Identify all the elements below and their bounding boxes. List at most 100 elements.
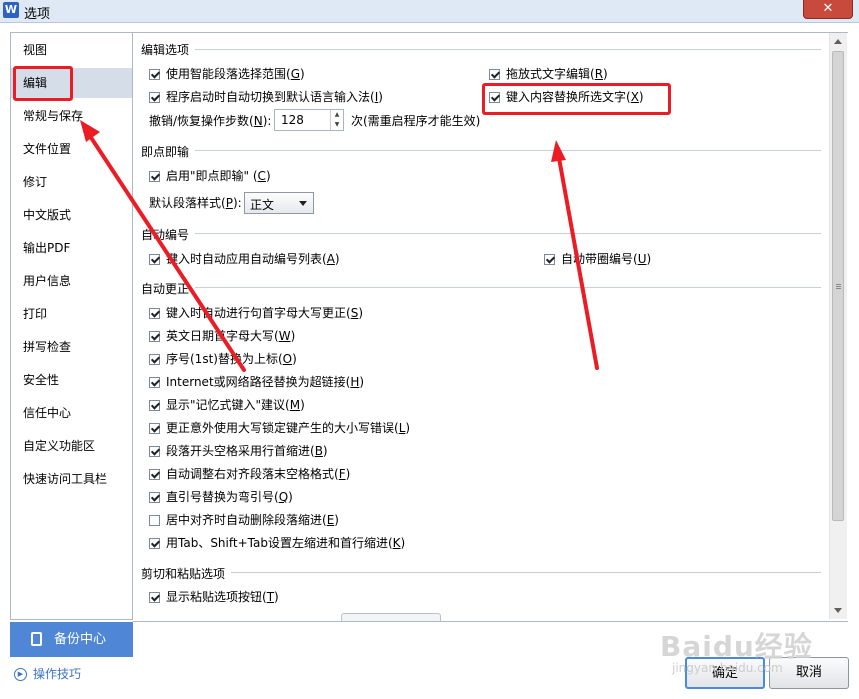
paren: ) xyxy=(290,329,296,343)
section-divider xyxy=(141,150,821,151)
option-label: 直引号替换为弯引号( xyxy=(166,490,279,504)
spinner-arrows-icon[interactable]: ▲ ▼ xyxy=(330,110,343,130)
nav-item-view[interactable]: 视图 xyxy=(11,35,132,65)
partial-button[interactable] xyxy=(341,613,441,621)
dropdown-arrow-icon xyxy=(299,201,307,206)
options-sidebar: 视图 编辑 常规与保存 文件位置 修订 中文版式 输出PDF 用户信息 打印 拼… xyxy=(10,32,133,620)
nav-item-file-location[interactable]: 文件位置 xyxy=(11,134,132,164)
hotkey: F xyxy=(338,467,346,481)
paren: ) xyxy=(603,67,608,81)
options-content-panel: 编辑选项 使用智能段落选择范围(G) 拖放式文字编辑(R) 程序启动时自动切换到… xyxy=(133,32,848,622)
nav-item-print[interactable]: 打印 xyxy=(11,299,132,329)
hotkey: A xyxy=(326,252,335,266)
checkbox[interactable] xyxy=(149,538,160,549)
backup-icon xyxy=(31,632,42,646)
hotkey: N xyxy=(253,114,263,128)
checkbox[interactable] xyxy=(149,400,160,411)
hotkey: K xyxy=(392,536,401,550)
checkbox[interactable] xyxy=(149,469,160,480)
checkbox[interactable] xyxy=(149,354,160,365)
checkbox[interactable] xyxy=(149,446,160,457)
vertical-scrollbar[interactable] xyxy=(829,33,847,619)
checkbox[interactable] xyxy=(149,331,160,342)
section-title-paste: 剪切和粘贴选项 xyxy=(141,565,232,582)
option-autocorrect-7[interactable]: 自动调整右对齐段落末空格格式(F) xyxy=(149,466,350,482)
nav-item-spell-check[interactable]: 拼写检查 xyxy=(11,332,132,362)
hotkey: W xyxy=(278,329,291,343)
paren: ) xyxy=(292,352,297,366)
nav-item-customize-ribbon[interactable]: 自定义功能区 xyxy=(11,431,132,461)
option-autocorrect-0[interactable]: 键入时自动进行句首字母大写更正(S) xyxy=(149,305,363,321)
annotation-box-edit xyxy=(13,66,73,101)
close-button[interactable]: ✕ xyxy=(803,0,853,19)
wps-writer-icon: W xyxy=(3,2,19,18)
paren: ) xyxy=(288,490,293,504)
paren: ) xyxy=(400,536,406,550)
section-divider xyxy=(141,233,821,234)
checkbox[interactable] xyxy=(149,308,160,319)
scroll-down-icon[interactable] xyxy=(834,608,842,613)
nav-item-quick-access-toolbar[interactable]: 快速访问工具栏 xyxy=(11,464,132,494)
undo-steps-value: 128 xyxy=(281,113,304,127)
nav-item-revision[interactable]: 修订 xyxy=(11,167,132,197)
nav-item-user-info[interactable]: 用户信息 xyxy=(11,266,132,296)
window-title: 选项 xyxy=(24,7,51,22)
checkbox[interactable] xyxy=(149,592,160,603)
baidu-watermark: Baidu经验 xyxy=(660,630,813,663)
option-label: Internet或网络路径替换为超链接( xyxy=(166,375,351,389)
scroll-thumb[interactable] xyxy=(832,51,844,521)
operation-tips-link[interactable]: ▶ 操作技巧 xyxy=(14,665,81,682)
option-auto-list[interactable]: 键入时自动应用自动编号列表(A) xyxy=(149,251,340,267)
paren: ) xyxy=(334,252,340,266)
checkbox[interactable] xyxy=(489,69,500,80)
nav-item-chinese-layout[interactable]: 中文版式 xyxy=(11,200,132,230)
checkbox[interactable] xyxy=(149,377,160,388)
nav-item-security[interactable]: 安全性 xyxy=(11,365,132,395)
option-show-paste-button[interactable]: 显示粘贴选项按钮(T) xyxy=(149,589,279,605)
option-autocorrect-2[interactable]: 序号(1st)替换为上标(O) xyxy=(149,351,297,367)
option-circle-number[interactable]: 自动带圈编号(U) xyxy=(544,251,651,267)
checkbox[interactable] xyxy=(149,515,160,526)
paren: ) xyxy=(300,67,305,81)
option-autocorrect-10[interactable]: 用Tab、Shift+Tab设置左缩进和首行缩进(K) xyxy=(149,535,405,551)
undo-label-text: 撤销/恢复操作步数( xyxy=(149,114,254,128)
checkbox[interactable] xyxy=(149,492,160,503)
default-style-select[interactable]: 正文 xyxy=(244,192,314,214)
undo-steps-spinner[interactable]: 128 ▲ ▼ xyxy=(274,109,344,131)
option-autocorrect-4[interactable]: 显示"记忆式键入"建议(M) xyxy=(149,397,305,413)
option-autocorrect-9[interactable]: 居中对齐时自动删除段落缩进(E) xyxy=(149,512,339,528)
baidu-watermark-url: jingyan.baidu.com xyxy=(672,661,783,675)
annotation-box-replace xyxy=(482,83,671,115)
title-bar: W 选项 ✕ xyxy=(0,0,859,23)
checkbox[interactable] xyxy=(149,92,160,103)
nav-item-trust-center[interactable]: 信任中心 xyxy=(11,398,132,428)
option-autocorrect-8[interactable]: 直引号替换为弯引号(Q) xyxy=(149,489,293,505)
backup-center-button[interactable]: 备份中心 xyxy=(10,622,133,657)
nav-item-general-save[interactable]: 常规与保存 xyxy=(11,101,132,131)
option-label: 键入时自动应用自动编号列表( xyxy=(166,252,327,266)
option-autocorrect-3[interactable]: Internet或网络路径替换为超链接(H) xyxy=(149,374,364,390)
scroll-up-icon[interactable] xyxy=(834,39,842,44)
checkbox[interactable] xyxy=(149,254,160,265)
option-smart-select[interactable]: 使用智能段落选择范围(G) xyxy=(149,66,305,82)
option-autocorrect-5[interactable]: 更正意外使用大写锁定键产生的大小写错误(L) xyxy=(149,420,410,436)
option-drag-drop[interactable]: 拖放式文字编辑(R) xyxy=(489,66,608,82)
checkbox[interactable] xyxy=(544,254,555,265)
section-divider xyxy=(141,572,821,573)
option-label: 使用智能段落选择范围( xyxy=(166,67,291,81)
hotkey: T xyxy=(266,590,275,604)
checkbox[interactable] xyxy=(149,171,160,182)
checkbox[interactable] xyxy=(149,69,160,80)
option-autocorrect-6[interactable]: 段落开头空格采用行首缩进(B) xyxy=(149,443,328,459)
paren: ) xyxy=(345,467,351,481)
option-auto-ime[interactable]: 程序启动时自动切换到默认语言输入法(I) xyxy=(149,89,383,105)
default-style-label: 默认段落样式(P): xyxy=(149,195,242,211)
paren: ) xyxy=(300,398,305,412)
checkbox[interactable] xyxy=(149,423,160,434)
option-enable-click-type[interactable]: 启用"即点即输" (C) xyxy=(149,168,271,184)
paren: ) xyxy=(358,306,363,320)
nav-item-export-pdf[interactable]: 输出PDF xyxy=(11,233,132,263)
option-autocorrect-1[interactable]: 英文日期首字母大写(W) xyxy=(149,328,295,344)
option-label: 序号(1st)替换为上标( xyxy=(166,352,283,366)
paren: ): xyxy=(232,196,242,210)
